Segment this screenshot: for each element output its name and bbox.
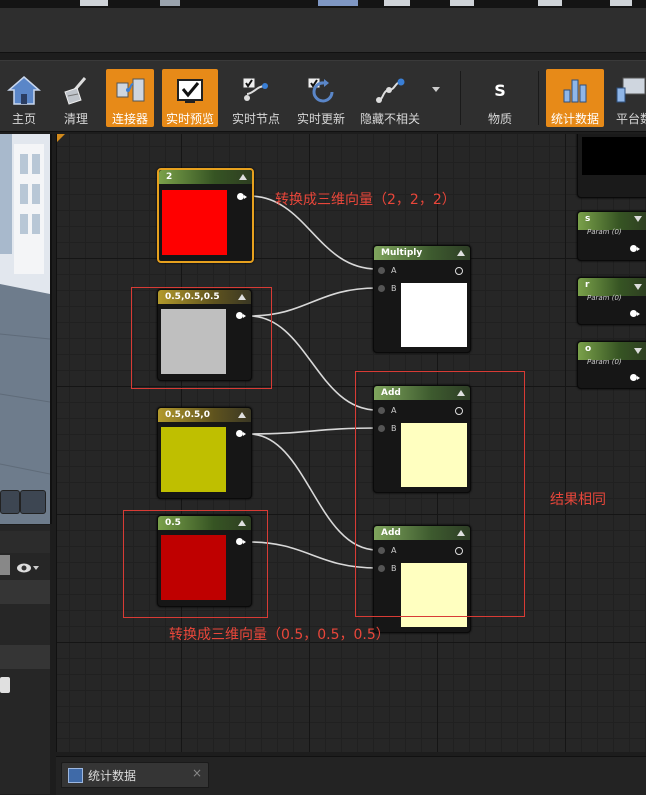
stats-button[interactable]: 统计数据 [546, 69, 604, 127]
toolbar-label: 隐藏不相关 [359, 112, 420, 126]
toolbar-label: 实时预览 [165, 112, 214, 126]
chevron-down-icon[interactable] [634, 216, 642, 222]
input-pin-a[interactable] [378, 267, 385, 274]
toolbar-label: 实时更新 [296, 112, 345, 126]
stats-tab-icon [68, 768, 83, 783]
title-bar [0, 8, 646, 53]
toolbar-divider [460, 71, 461, 125]
texture-node[interactable] [577, 134, 646, 198]
thumbnail[interactable] [160, 0, 180, 6]
pin-label: A [391, 266, 397, 275]
multiply-node[interactable]: Multiply A B [373, 245, 471, 353]
toolbar-label: 物质 [487, 112, 512, 126]
thumbnail[interactable] [450, 0, 474, 6]
thumbnail[interactable] [80, 0, 108, 6]
node-title: 2 [159, 170, 252, 184]
viewport-sphere-button[interactable] [20, 490, 46, 514]
thumbnail[interactable] [318, 0, 358, 6]
live-preview-button[interactable]: 实时预览 [162, 69, 218, 127]
toolbar-label: 清理 [63, 112, 88, 126]
svg-text:S: S [494, 81, 506, 100]
output-pin[interactable] [630, 374, 640, 381]
node-title: 0.5,0.5,0 [158, 408, 251, 422]
details-search-stub[interactable] [0, 555, 10, 575]
platform-stats-button[interactable]: 平台数 [612, 69, 646, 127]
wire-layer [248, 195, 378, 569]
chevron-down-icon[interactable] [432, 87, 440, 92]
hide-unrelated-icon [372, 73, 408, 106]
pin-label: B [391, 284, 397, 293]
tab-label: 统计数据 [88, 769, 137, 783]
param-subtitle: Param (0) [587, 294, 622, 302]
connector-icon [112, 73, 148, 106]
chevron-down-icon[interactable] [634, 348, 642, 354]
toolbar-label: 连接器 [111, 112, 148, 126]
output-pin[interactable] [237, 193, 247, 200]
live-nodes-icon [238, 73, 274, 106]
toolbar-divider [538, 71, 539, 125]
viewport-preview[interactable] [0, 134, 52, 524]
hide-unrelated-button[interactable]: 隐藏不相关 [358, 69, 422, 127]
details-field[interactable] [0, 677, 10, 693]
collapse-icon[interactable] [239, 174, 247, 180]
toolbar-label: 平台数 [616, 112, 646, 126]
toolbar-label: 统计数据 [550, 112, 599, 126]
clean-button[interactable]: 清理 [54, 69, 98, 127]
live-update-button[interactable]: 实时更新 [292, 69, 350, 127]
thumbnail[interactable] [610, 0, 632, 6]
details-category-row[interactable] [0, 580, 50, 604]
eye-icon[interactable] [16, 559, 40, 578]
parameter-node[interactable]: s Param (0) [577, 211, 646, 261]
top-thumbnail-strip [0, 0, 646, 8]
platform-stats-icon [612, 73, 646, 106]
thumbnail[interactable] [384, 0, 410, 6]
color-preview [161, 427, 226, 492]
home-icon [6, 73, 42, 106]
chevron-down-icon[interactable] [634, 284, 642, 290]
annotation-box [123, 510, 268, 618]
live-preview-icon [172, 73, 208, 106]
color-preview [162, 190, 227, 255]
annotation-text-result: 结果相同 [550, 492, 606, 508]
node-title: Multiply [374, 246, 470, 260]
output-pin[interactable] [455, 267, 463, 275]
annotation-text-top: 转换成三维向量（2，2，2） [275, 192, 456, 208]
collapse-icon[interactable] [457, 250, 465, 256]
material-graph[interactable]: 2 0.5,0.5,0.5 0.5,0.5,0 0.5 Multiply A B… [56, 134, 646, 752]
annotation-text-bottom: 转换成三维向量（0.5，0.5，0.5） [169, 627, 390, 643]
stats-icon [557, 73, 593, 106]
output-pin[interactable] [630, 245, 640, 252]
toolbar: 主页 清理 连接器 实时预览 实时节点 实时更新 隐藏不相关 S 物质 统计数据… [0, 60, 646, 132]
output-pin[interactable] [630, 310, 640, 317]
toolbar-label: 主页 [11, 112, 36, 126]
constant3vector-node[interactable]: 0.5,0.5,0 [157, 407, 252, 499]
substance-icon: S [482, 73, 518, 106]
toolbar-label: 实时节点 [231, 112, 280, 126]
broom-icon [58, 73, 94, 106]
parameter-node[interactable]: o Param (0) [577, 341, 646, 389]
tab-stats[interactable]: 统计数据 × [61, 762, 209, 788]
param-subtitle: Param (0) [587, 358, 622, 366]
close-icon[interactable]: × [192, 766, 202, 780]
viewport-cube-button[interactable] [0, 490, 20, 514]
live-update-icon [303, 73, 339, 106]
details-category-row[interactable] [0, 645, 50, 669]
param-subtitle: Param (0) [587, 228, 622, 236]
connector-button[interactable]: 连接器 [106, 69, 154, 127]
result-preview [401, 283, 467, 347]
live-nodes-button[interactable]: 实时节点 [228, 69, 284, 127]
constant-node[interactable]: 2 [157, 168, 254, 263]
substance-button[interactable]: S 物质 [478, 69, 522, 127]
thumbnail[interactable] [538, 0, 562, 6]
details-panel [0, 525, 50, 794]
annotation-box [355, 371, 525, 617]
parameter-node[interactable]: r Param (0) [577, 277, 646, 325]
details-toolbar [0, 531, 50, 553]
input-pin-b[interactable] [378, 285, 385, 292]
output-pin[interactable] [236, 430, 246, 437]
home-button[interactable]: 主页 [4, 69, 44, 127]
annotation-box [131, 287, 272, 389]
collapse-icon[interactable] [238, 412, 246, 418]
texture-preview [582, 137, 646, 175]
